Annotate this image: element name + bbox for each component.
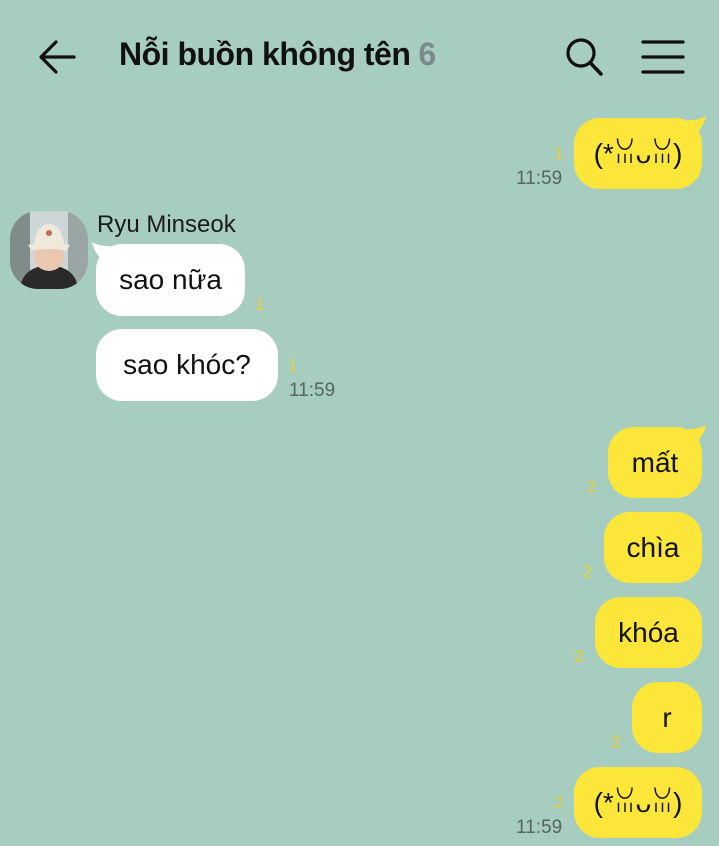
hamburger-menu-icon bbox=[641, 40, 685, 74]
message-bubble-mine[interactable]: r bbox=[632, 682, 702, 753]
message-text: (*ꈍᴗꈍ) bbox=[593, 137, 683, 169]
chat-room-name: Nỗi buồn không tên bbox=[119, 36, 411, 72]
back-button[interactable] bbox=[34, 36, 80, 78]
message-time: 11:59 bbox=[516, 817, 563, 838]
profile-photo-avatar bbox=[10, 211, 88, 289]
unread-count: 2 bbox=[574, 647, 584, 666]
message-text: mất bbox=[631, 446, 679, 478]
search-icon bbox=[566, 38, 603, 76]
message-text: sao nữa bbox=[119, 264, 222, 295]
unread-count: 2 bbox=[611, 732, 621, 751]
unread-count: 2 bbox=[587, 477, 597, 496]
message-text: r bbox=[662, 701, 672, 733]
message-text: (*ꈍᴗꈍ) bbox=[593, 786, 683, 818]
message-text: sao khóc? bbox=[123, 349, 251, 380]
message-bubble-mine[interactable]: khóa bbox=[595, 597, 702, 668]
message-time: 11:59 bbox=[516, 168, 563, 189]
search-button[interactable] bbox=[561, 36, 607, 78]
unread-count: 1 bbox=[554, 144, 564, 163]
unread-count: 1 bbox=[255, 295, 265, 314]
bubble-tail bbox=[92, 242, 110, 260]
message-text: khóa bbox=[618, 616, 679, 648]
unread-count: 1 bbox=[288, 356, 298, 375]
unread-count: 2 bbox=[583, 562, 593, 581]
avatar[interactable] bbox=[10, 211, 88, 289]
bubble-tail bbox=[688, 116, 706, 134]
arrow-left-icon bbox=[39, 40, 76, 74]
chat-header: Nỗi buồn không tên 6 bbox=[0, 0, 719, 115]
message-text: chìa bbox=[626, 531, 680, 563]
chat-title: Nỗi buồn không tên 6 bbox=[119, 36, 436, 73]
message-bubble-mine[interactable]: (*ꈍᴗꈍ) bbox=[574, 767, 702, 838]
message-bubble-theirs[interactable]: sao nữa bbox=[96, 244, 245, 316]
message-time: 11:59 bbox=[289, 380, 336, 401]
unread-count: 2 bbox=[554, 793, 564, 812]
message-bubble-theirs[interactable]: sao khóc? bbox=[96, 329, 278, 401]
member-count: 6 bbox=[418, 36, 436, 72]
message-bubble-mine[interactable]: chìa bbox=[604, 512, 702, 583]
message-bubble-mine[interactable]: (*ꈍᴗꈍ) bbox=[574, 118, 702, 189]
menu-button[interactable] bbox=[640, 38, 686, 76]
bubble-tail bbox=[688, 425, 706, 443]
sender-name: Ryu Minseok bbox=[97, 211, 236, 238]
